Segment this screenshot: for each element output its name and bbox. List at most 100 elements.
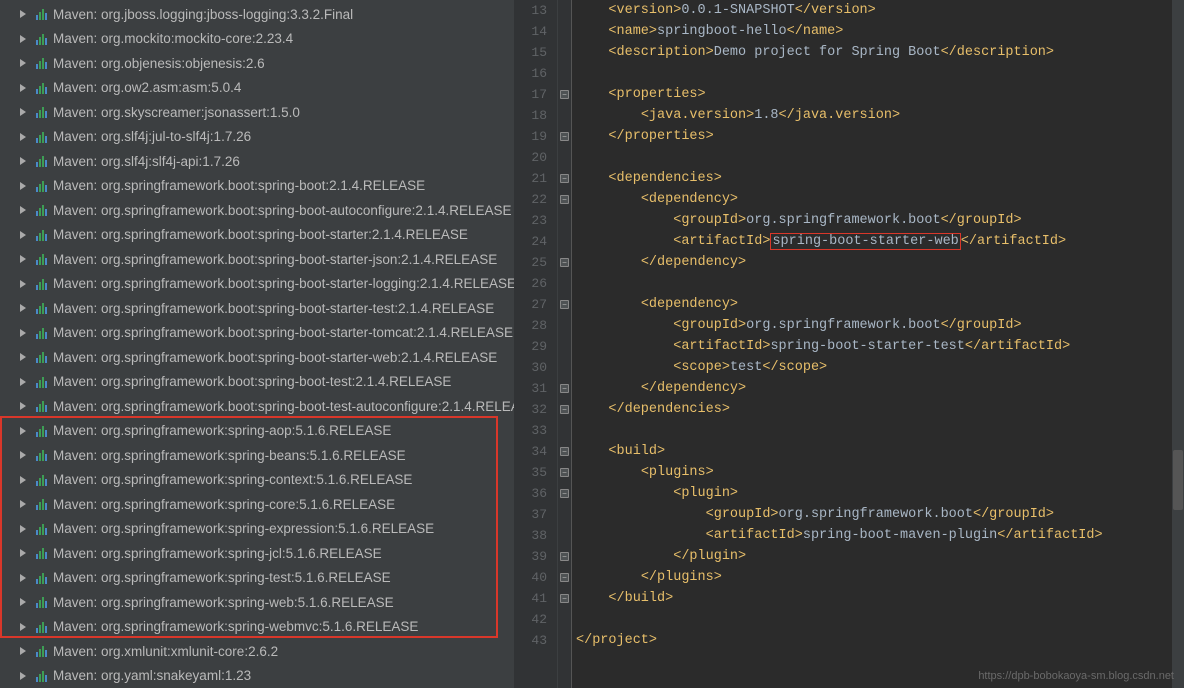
code-line[interactable]: <java.version>1.8</java.version>	[572, 105, 1184, 126]
tree-item[interactable]: Maven: org.skyscreamer:jsonassert:1.5.0	[0, 100, 514, 125]
project-tree[interactable]: Maven: org.jboss.logging:jboss-logging:3…	[0, 0, 514, 688]
code-line[interactable]: <dependencies>	[572, 168, 1184, 189]
code-line[interactable]: <groupId>org.springframework.boot</group…	[572, 504, 1184, 525]
tree-item[interactable]: Maven: org.springframework.boot:spring-b…	[0, 321, 514, 346]
fold-close-icon[interactable]: −	[560, 405, 569, 414]
fold-cell[interactable]: −	[558, 84, 571, 105]
fold-column[interactable]: −−−−−−−−−−−−−−	[558, 0, 572, 688]
fold-cell[interactable]	[558, 0, 571, 21]
fold-cell[interactable]	[558, 105, 571, 126]
fold-open-icon[interactable]: −	[560, 174, 569, 183]
tree-item[interactable]: Maven: org.springframework:spring-core:5…	[0, 492, 514, 517]
fold-cell[interactable]	[558, 630, 571, 651]
expand-arrow-icon[interactable]	[20, 598, 26, 606]
expand-arrow-icon[interactable]	[20, 549, 26, 557]
fold-cell[interactable]: −	[558, 294, 571, 315]
expand-arrow-icon[interactable]	[20, 353, 26, 361]
expand-arrow-icon[interactable]	[20, 157, 26, 165]
fold-cell[interactable]: −	[558, 588, 571, 609]
code-line[interactable]: </dependency>	[572, 252, 1184, 273]
fold-cell[interactable]: −	[558, 462, 571, 483]
code-line[interactable]: <scope>test</scope>	[572, 357, 1184, 378]
tree-item[interactable]: Maven: org.yaml:snakeyaml:1.23	[0, 664, 514, 688]
fold-open-icon[interactable]: −	[560, 300, 569, 309]
expand-arrow-icon[interactable]	[20, 647, 26, 655]
tree-item[interactable]: Maven: org.springframework.boot:spring-b…	[0, 223, 514, 248]
code-line[interactable]: <description>Demo project for Spring Boo…	[572, 42, 1184, 63]
fold-cell[interactable]	[558, 609, 571, 630]
expand-arrow-icon[interactable]	[20, 206, 26, 214]
fold-open-icon[interactable]: −	[560, 489, 569, 498]
fold-cell[interactable]: −	[558, 546, 571, 567]
expand-arrow-icon[interactable]	[20, 378, 26, 386]
expand-arrow-icon[interactable]	[20, 623, 26, 631]
expand-arrow-icon[interactable]	[20, 84, 26, 92]
tree-item[interactable]: Maven: org.springframework.boot:spring-b…	[0, 370, 514, 395]
fold-close-icon[interactable]: −	[560, 258, 569, 267]
code-line[interactable]: <plugin>	[572, 483, 1184, 504]
code-line[interactable]: <plugins>	[572, 462, 1184, 483]
code-line[interactable]: <artifactId>spring-boot-starter-web</art…	[572, 231, 1184, 252]
fold-cell[interactable]: −	[558, 399, 571, 420]
code-line[interactable]: </project>	[572, 630, 1184, 651]
code-line[interactable]: <version>0.0.1-SNAPSHOT</version>	[572, 0, 1184, 21]
fold-cell[interactable]	[558, 420, 571, 441]
tree-item[interactable]: Maven: org.slf4j:jul-to-slf4j:1.7.26	[0, 125, 514, 150]
fold-open-icon[interactable]: −	[560, 90, 569, 99]
tree-item[interactable]: Maven: org.springframework.boot:spring-b…	[0, 345, 514, 370]
fold-cell[interactable]: −	[558, 168, 571, 189]
fold-cell[interactable]	[558, 504, 571, 525]
code-line[interactable]: <artifactId>spring-boot-maven-plugin</ar…	[572, 525, 1184, 546]
tree-item[interactable]: Maven: org.springframework.boot:spring-b…	[0, 394, 514, 419]
fold-cell[interactable]: −	[558, 441, 571, 462]
scrollbar-thumb[interactable]	[1173, 450, 1183, 510]
code-line[interactable]: </plugin>	[572, 546, 1184, 567]
code-line[interactable]: <dependency>	[572, 189, 1184, 210]
code-line[interactable]: <name>springboot-hello</name>	[572, 21, 1184, 42]
tree-item[interactable]: Maven: org.springframework.boot:spring-b…	[0, 272, 514, 297]
expand-arrow-icon[interactable]	[20, 304, 26, 312]
fold-open-icon[interactable]: −	[560, 195, 569, 204]
expand-arrow-icon[interactable]	[20, 231, 26, 239]
tree-item[interactable]: Maven: org.springframework:spring-test:5…	[0, 566, 514, 591]
code-line[interactable]: <build>	[572, 441, 1184, 462]
code-line[interactable]: <properties>	[572, 84, 1184, 105]
expand-arrow-icon[interactable]	[20, 525, 26, 533]
fold-cell[interactable]: −	[558, 189, 571, 210]
fold-cell[interactable]	[558, 21, 571, 42]
code-line[interactable]	[572, 147, 1184, 168]
fold-cell[interactable]: −	[558, 252, 571, 273]
expand-arrow-icon[interactable]	[20, 10, 26, 18]
tree-item[interactable]: Maven: org.springframework.boot:spring-b…	[0, 296, 514, 321]
expand-arrow-icon[interactable]	[20, 451, 26, 459]
fold-open-icon[interactable]: −	[560, 447, 569, 456]
code-line[interactable]: <groupId>org.springframework.boot</group…	[572, 315, 1184, 336]
fold-cell[interactable]	[558, 273, 571, 294]
tree-item[interactable]: Maven: org.springframework.boot:spring-b…	[0, 198, 514, 223]
tree-item[interactable]: Maven: org.springframework:spring-beans:…	[0, 443, 514, 468]
fold-cell[interactable]: −	[558, 567, 571, 588]
code-line[interactable]	[572, 63, 1184, 84]
expand-arrow-icon[interactable]	[20, 255, 26, 263]
expand-arrow-icon[interactable]	[20, 427, 26, 435]
expand-arrow-icon[interactable]	[20, 280, 26, 288]
code-line[interactable]: </dependency>	[572, 378, 1184, 399]
tree-item[interactable]: Maven: org.mockito:mockito-core:2.23.4	[0, 27, 514, 52]
expand-arrow-icon[interactable]	[20, 108, 26, 116]
tree-item[interactable]: Maven: org.objenesis:objenesis:2.6	[0, 51, 514, 76]
code-line[interactable]	[572, 420, 1184, 441]
fold-close-icon[interactable]: −	[560, 573, 569, 582]
fold-close-icon[interactable]: −	[560, 384, 569, 393]
tree-item[interactable]: Maven: org.slf4j:slf4j-api:1.7.26	[0, 149, 514, 174]
expand-arrow-icon[interactable]	[20, 59, 26, 67]
expand-arrow-icon[interactable]	[20, 672, 26, 680]
expand-arrow-icon[interactable]	[20, 476, 26, 484]
tree-item[interactable]: Maven: org.ow2.asm:asm:5.0.4	[0, 76, 514, 101]
fold-cell[interactable]	[558, 336, 571, 357]
tree-item[interactable]: Maven: org.springframework.boot:spring-b…	[0, 247, 514, 272]
fold-cell[interactable]	[558, 210, 571, 231]
fold-close-icon[interactable]: −	[560, 552, 569, 561]
fold-close-icon[interactable]: −	[560, 594, 569, 603]
tree-item[interactable]: Maven: org.jboss.logging:jboss-logging:3…	[0, 2, 514, 27]
code-line[interactable]: <groupId>org.springframework.boot</group…	[572, 210, 1184, 231]
